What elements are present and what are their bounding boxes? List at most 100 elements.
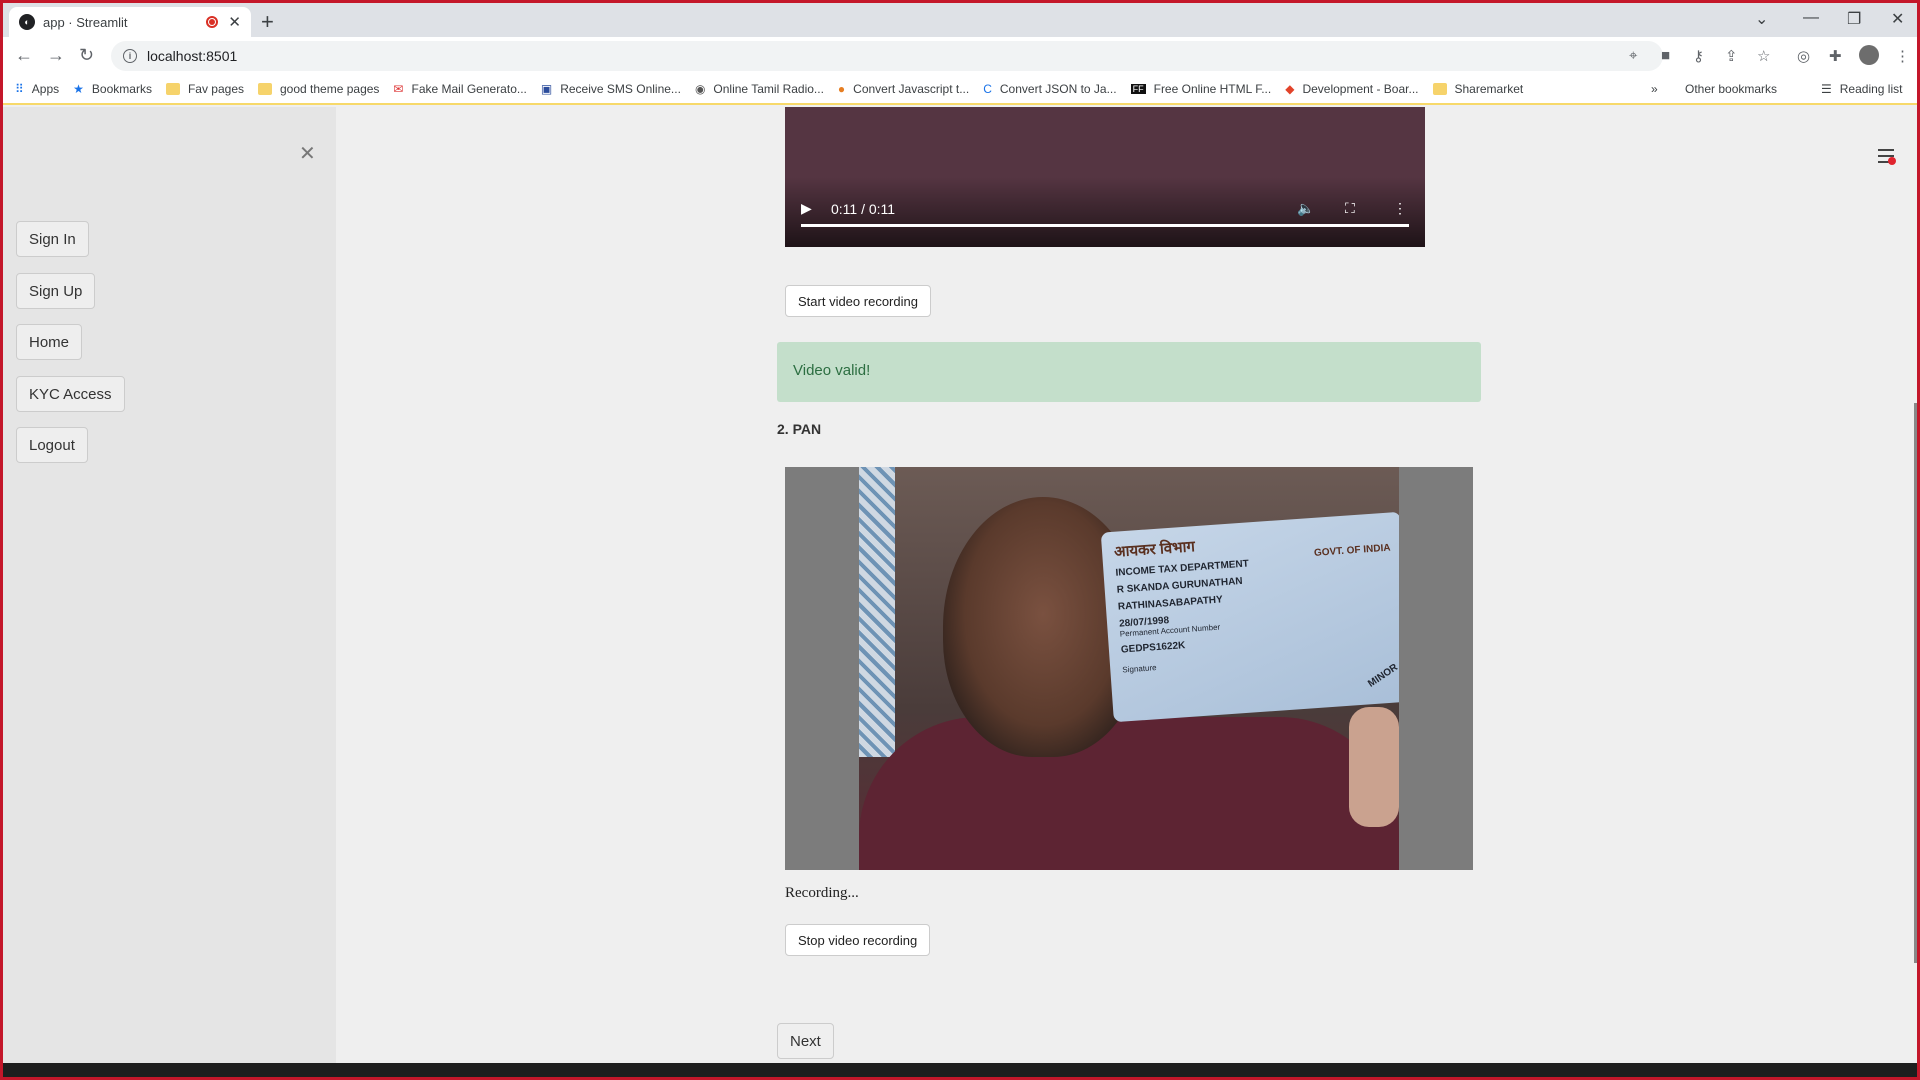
stop-video-recording-button[interactable]: Stop video recording xyxy=(785,924,931,956)
volume-icon[interactable]: 🔈 xyxy=(1297,200,1314,217)
reload-icon[interactable]: ↻ xyxy=(79,45,94,66)
play-icon[interactable]: ▶ xyxy=(801,200,812,217)
bookmark-sharemarket[interactable]: Sharemarket xyxy=(1432,82,1524,96)
start-video-recording-button[interactable]: Start video recording xyxy=(785,285,931,317)
radio-icon: ◉ xyxy=(694,82,706,96)
site-info-icon[interactable]: i xyxy=(123,49,137,63)
address-bar[interactable]: i localhost:8501 xyxy=(111,41,1663,71)
recording-status: Recording... xyxy=(785,885,859,901)
bookmark-label: Convert JSON to Ja... xyxy=(999,82,1117,96)
taskbar-strip xyxy=(3,1063,1917,1077)
recording-indicator-icon xyxy=(206,16,219,28)
back-icon[interactable]: ← xyxy=(15,45,33,66)
bookmark-free-html[interactable]: FF Free Online HTML F... xyxy=(1130,82,1272,96)
pan-card: आयकर विभाग INCOME TAX DEPARTMENT GOVT. O… xyxy=(1100,511,1399,723)
bookmark-label: Sharemarket xyxy=(1454,82,1524,96)
section-title: 2. PAN xyxy=(777,421,822,437)
bookmark-label: Receive SMS Online... xyxy=(560,82,681,96)
bookmark-label: Development - Boar... xyxy=(1302,82,1419,96)
gitlab-icon: ◆ xyxy=(1285,82,1295,96)
camera-image: आयकर विभाग INCOME TAX DEPARTMENT GOVT. O… xyxy=(859,467,1399,870)
main-content: ▶ 0:11 / 0:11 🔈 ⛶ ⋮ Start video recordin… xyxy=(336,107,1917,1063)
page-scrollbar[interactable] xyxy=(1914,403,1917,963)
bookmark-fake-mail[interactable]: ✉ Fake Mail Generato... xyxy=(393,82,526,96)
person-thumb xyxy=(1349,707,1399,827)
converter-icon: ● xyxy=(837,82,846,96)
extensions-icon[interactable]: ✚ xyxy=(1829,47,1842,65)
folder-icon xyxy=(1432,83,1447,95)
extension-shield-icon[interactable]: ◎ xyxy=(1797,47,1810,65)
restore-icon[interactable]: ❐ xyxy=(1847,9,1861,29)
video-time: 0:11 / 0:11 xyxy=(831,201,896,217)
tab-search-icon[interactable]: ⌄ xyxy=(1755,9,1768,29)
apps-grid-icon: ⠿ xyxy=(15,82,24,96)
bookmark-fav-pages[interactable]: Fav pages xyxy=(165,82,244,96)
location-icon[interactable]: ⌖ xyxy=(1629,47,1637,64)
tab-strip: ◐ app · Streamlit ✕ + ⌄ — ❐ ✕ xyxy=(3,3,1917,37)
html-icon: FF xyxy=(1130,84,1146,94)
json-icon: C xyxy=(983,82,992,96)
bookmark-good-theme-pages[interactable]: good theme pages xyxy=(258,82,379,96)
new-tab-icon[interactable]: + xyxy=(261,9,274,35)
forward-icon[interactable]: → xyxy=(47,45,65,66)
app-menu-icon[interactable] xyxy=(1878,149,1896,167)
folder-icon xyxy=(258,83,272,95)
success-alert: Video valid! xyxy=(777,342,1481,402)
folder-icon xyxy=(165,83,180,95)
app-sidebar: ✕ Sign In Sign Up Home KYC Access Logout xyxy=(3,107,336,1063)
next-button[interactable]: Next xyxy=(777,1023,834,1059)
sidebar-close-icon[interactable]: ✕ xyxy=(299,141,316,166)
bookmark-apps[interactable]: ⠿ Apps xyxy=(15,82,59,96)
share-icon[interactable]: ⇪ xyxy=(1725,47,1738,65)
bookmark-receive-sms[interactable]: ▣ Receive SMS Online... xyxy=(541,82,681,96)
video-player[interactable]: ▶ 0:11 / 0:11 🔈 ⛶ ⋮ xyxy=(785,107,1425,247)
streamlit-favicon-icon: ◐ xyxy=(19,14,35,30)
bookmark-label: Free Online HTML F... xyxy=(1153,82,1272,96)
star-icon: ★ xyxy=(73,82,84,96)
minimize-icon[interactable]: — xyxy=(1803,9,1819,27)
sign-in-button[interactable]: Sign In xyxy=(16,221,89,257)
tab-app-streamlit[interactable]: ◐ app · Streamlit ✕ xyxy=(9,7,251,37)
sign-up-button[interactable]: Sign Up xyxy=(16,273,96,309)
bookmark-label: good theme pages xyxy=(280,82,380,96)
video-menu-icon[interactable]: ⋮ xyxy=(1393,200,1407,217)
browser-toolbar: ← → ↻ i localhost:8501 ⌖ ■ ⚷ ⇪ ☆ ◎ ✚ ⋮ xyxy=(3,37,1917,75)
bookmark-tamil-radio[interactable]: ◉ Online Tamil Radio... xyxy=(695,82,824,96)
tab-title: app · Streamlit xyxy=(43,14,128,30)
browser-window: ◐ app · Streamlit ✕ + ⌄ — ❐ ✕ ← → ↻ i lo… xyxy=(3,3,1917,1077)
home-button[interactable]: Home xyxy=(16,324,83,360)
bookmark-bookmarks[interactable]: ★ Bookmarks xyxy=(73,82,152,96)
profile-avatar[interactable] xyxy=(1859,45,1879,65)
bookmarks-bar: ⠿ Apps ★ Bookmarks Fav pages good theme … xyxy=(3,75,1917,105)
logout-button[interactable]: Logout xyxy=(16,427,88,463)
other-bookmarks-label: Other bookmarks xyxy=(1685,82,1778,96)
notification-dot xyxy=(1888,157,1896,165)
bookmark-label: Apps xyxy=(31,82,60,96)
other-bookmarks[interactable]: Other bookmarks xyxy=(1685,82,1777,96)
tab-close-icon[interactable]: ✕ xyxy=(228,13,241,31)
overflow-chevron-icon: » xyxy=(1651,82,1658,96)
url-text: localhost:8501 xyxy=(147,48,238,64)
window-close-icon[interactable]: ✕ xyxy=(1891,9,1904,29)
camera-icon[interactable]: ■ xyxy=(1661,47,1670,64)
bookmark-star-icon[interactable]: ☆ xyxy=(1757,47,1770,65)
kyc-access-button[interactable]: KYC Access xyxy=(16,376,125,412)
curtain-decoration xyxy=(859,467,895,757)
key-icon[interactable]: ⚷ xyxy=(1693,47,1704,65)
person-shirt xyxy=(859,717,1399,870)
video-progress-bar[interactable] xyxy=(801,224,1409,227)
fullscreen-icon[interactable]: ⛶ xyxy=(1345,200,1355,217)
bookmark-label: Online Tamil Radio... xyxy=(713,82,824,96)
reading-list-icon: ☰ xyxy=(1821,82,1832,96)
bookmarks-overflow[interactable]: » xyxy=(1651,82,1658,96)
bookmark-label: Fav pages xyxy=(187,82,244,96)
bookmark-convert-json[interactable]: C Convert JSON to Ja... xyxy=(983,82,1116,96)
menu-dots-icon[interactable]: ⋮ xyxy=(1895,47,1910,65)
pan-camera-feed: आयकर विभाग INCOME TAX DEPARTMENT GOVT. O… xyxy=(785,467,1473,870)
reading-list[interactable]: ☰ Reading list xyxy=(1821,82,1902,96)
mail-icon: ✉ xyxy=(393,82,404,96)
bookmark-development-board[interactable]: ◆ Development - Boar... xyxy=(1285,82,1418,96)
sms-icon: ▣ xyxy=(540,82,553,96)
bookmark-convert-js[interactable]: ● Convert Javascript t... xyxy=(838,82,969,96)
reading-list-label: Reading list xyxy=(1839,82,1903,96)
